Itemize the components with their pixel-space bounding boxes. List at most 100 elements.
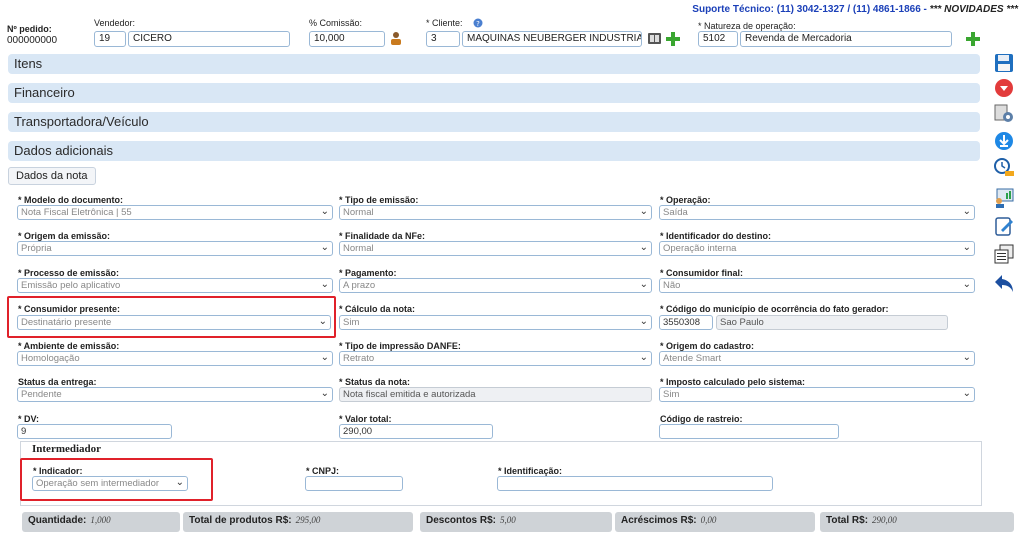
identificacao-label: * Identificação: [498, 466, 563, 476]
operacao-value: Saída [663, 207, 688, 218]
origem-cadastro-label: * Origem do cadastro: [660, 341, 755, 351]
processo-select[interactable]: Emissão pelo aplicativo ⌄ [17, 278, 333, 293]
ambiente-select[interactable]: Homologação ⌄ [17, 351, 333, 366]
salesman-icon[interactable] [389, 31, 403, 45]
dv-input[interactable]: 9 [17, 424, 172, 439]
chevron-down-icon: ⌄ [639, 242, 648, 253]
comissao-label: % Comissão: [309, 18, 363, 28]
calculo-label: * Cálculo da nota: [339, 304, 416, 314]
consumidor-presente-select[interactable]: Destinatário presente ⌄ [17, 315, 331, 330]
danfe-gear-icon[interactable] [993, 102, 1015, 124]
indicador-value: Operação sem intermediador [36, 478, 160, 489]
indicador-select[interactable]: Operação sem intermediador ⌄ [32, 476, 188, 491]
origem-emissao-select[interactable]: Própria ⌄ [17, 241, 333, 256]
consumidor-final-select[interactable]: Não ⌄ [659, 278, 975, 293]
totals-descontos: Descontos R$: 5,00 [420, 512, 612, 532]
intermediador-title: Intermediador [32, 443, 102, 455]
municipio-label: * Código do município de ocorrência do f… [660, 304, 889, 314]
save-icon[interactable] [993, 52, 1015, 74]
municipio-code-input[interactable]: 3550308 [659, 315, 713, 330]
rastreio-input[interactable] [659, 424, 839, 439]
comissao-input[interactable]: 10,000 [309, 31, 385, 47]
add-cliente-plus-icon[interactable] [666, 32, 680, 46]
back-arrow-icon[interactable] [993, 272, 1015, 294]
report-icon[interactable] [993, 187, 1015, 209]
chevron-down-icon: ⌄ [639, 279, 648, 290]
vendedor-label: Vendedor: [94, 18, 136, 28]
pagamento-value: A prazo [343, 280, 376, 291]
totals-total: Total R$: 290,00 [820, 512, 1014, 532]
calculo-value: Sim [343, 317, 360, 328]
tipo-impressao-value: Retrato [343, 353, 375, 364]
section-transportadora[interactable]: Transportadora/Veículo [8, 112, 980, 132]
chevron-down-icon: ⌄ [320, 242, 329, 253]
imposto-label: * Imposto calculado pelo sistema: [660, 377, 806, 387]
add-natureza-plus-icon[interactable] [966, 32, 980, 46]
vendedor-code-input[interactable]: 19 [94, 31, 126, 47]
origem-emissao-label: * Origem da emissão: [18, 231, 111, 241]
operacao-select[interactable]: Saída ⌄ [659, 205, 975, 220]
tipo-emissao-label: * Tipo de emissão: [339, 195, 419, 205]
cliente-code-input[interactable]: 3 [426, 31, 460, 47]
chevron-down-icon: ⌄ [320, 388, 329, 399]
pedido-label: Nº pedido: [7, 24, 52, 34]
cnpj-input[interactable] [305, 476, 403, 491]
chevron-down-icon: ⌄ [962, 206, 971, 217]
imposto-select[interactable]: Sim ⌄ [659, 387, 975, 402]
chevron-down-icon: ⌄ [320, 206, 329, 217]
status-entrega-select[interactable]: Pendente ⌄ [17, 387, 333, 402]
vendedor-name-input[interactable]: CICERO [128, 31, 290, 47]
totals-acrescimos: Acréscimos R$: 0,00 [615, 512, 815, 532]
ident-destino-select[interactable]: Operação interna ⌄ [659, 241, 975, 256]
section-dados-adicionais[interactable]: Dados adicionais [8, 141, 980, 161]
address-book-icon[interactable] [647, 32, 662, 45]
finalidade-select[interactable]: Normal ⌄ [339, 241, 652, 256]
valor-total-input[interactable]: 290,00 [339, 424, 493, 439]
modelo-select[interactable]: Nota Fiscal Eletrônica | 55 ⌄ [17, 205, 333, 220]
novidades-link[interactable]: *** NOVIDADES *** [930, 4, 1018, 15]
rastreio-label: Código de rastreio: [660, 414, 743, 424]
copy-icon[interactable] [993, 243, 1015, 265]
chevron-down-icon: ⌄ [962, 388, 971, 399]
pagamento-select[interactable]: A prazo ⌄ [339, 278, 652, 293]
consumidor-presente-label: * Consumidor presente: [18, 304, 121, 314]
status-entrega-value: Pendente [21, 389, 62, 400]
history-icon[interactable] [993, 157, 1015, 179]
chevron-down-icon: ⌄ [639, 352, 648, 363]
status-nota-label: * Status da nota: [339, 377, 411, 387]
edit-icon[interactable] [993, 215, 1015, 237]
origem-cadastro-select[interactable]: Atende Smart ⌄ [659, 351, 975, 366]
operacao-label: * Operação: [660, 195, 711, 205]
totals-produtos: Total de produtos R$: 295,00 [183, 512, 413, 532]
help-icon[interactable]: ? [473, 18, 483, 28]
natureza-label: * Natureza de operação: [698, 21, 796, 31]
processo-label: * Processo de emissão: [18, 268, 120, 278]
section-itens[interactable]: Itens [8, 54, 980, 74]
origem-emissao-value: Própria [21, 243, 52, 254]
chevron-down-icon: ⌄ [320, 352, 329, 363]
produtos-value: 295,00 [295, 515, 321, 525]
tipo-impressao-select[interactable]: Retrato ⌄ [339, 351, 652, 366]
total-value: 290,00 [872, 515, 897, 525]
tab-dados-da-nota[interactable]: Dados da nota [8, 167, 96, 185]
finalidade-label: * Finalidade da NFe: [339, 231, 426, 241]
cnpj-label: * CNPJ: [306, 466, 340, 476]
natureza-name-input[interactable]: Revenda de Mercadoria [740, 31, 952, 47]
calculo-select[interactable]: Sim ⌄ [339, 315, 652, 330]
identificacao-input[interactable] [497, 476, 773, 491]
quantidade-label: Quantidade: [28, 515, 87, 526]
consumidor-presente-value: Destinatário presente [21, 317, 112, 328]
quantidade-value: 1,000 [90, 515, 111, 525]
download-icon[interactable] [993, 130, 1015, 152]
pdf-icon[interactable] [993, 77, 1015, 99]
tipo-emissao-select[interactable]: Normal ⌄ [339, 205, 652, 220]
cliente-name-input[interactable]: MAQUINAS NEUBERGER INDUSTRIA E C [462, 31, 642, 47]
support-line: Suporte Técnico: (11) 3042-1327 / (11) 4… [692, 4, 1018, 15]
chevron-down-icon: ⌄ [320, 279, 329, 290]
natureza-code-input[interactable]: 5102 [698, 31, 738, 47]
chevron-down-icon: ⌄ [318, 316, 327, 327]
support-text: Suporte Técnico: (11) 3042-1327 / (11) 4… [692, 4, 927, 15]
chevron-down-icon: ⌄ [175, 477, 184, 488]
section-financeiro[interactable]: Financeiro [8, 83, 980, 103]
svg-text:?: ? [476, 20, 480, 28]
